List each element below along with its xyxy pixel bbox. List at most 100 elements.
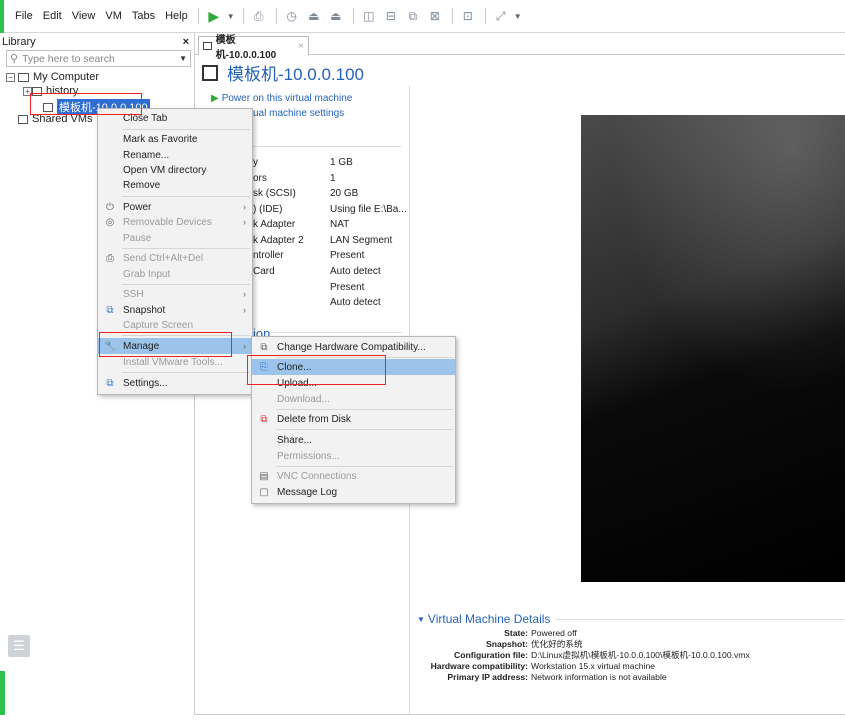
power-dropdown-icon[interactable]: ▼	[226, 6, 236, 26]
detail-key: Configuration file:	[454, 650, 528, 660]
detail-key: Primary IP address:	[447, 672, 528, 682]
menu-item-message-log[interactable]: ▢ Message Log	[252, 484, 455, 500]
menu-file[interactable]: File	[10, 10, 38, 22]
send-ctrl-alt-del-icon[interactable]: ⎙	[249, 6, 269, 26]
vnc-icon: ▤	[259, 470, 269, 482]
window-accent-bar-bottom	[0, 671, 5, 715]
detail-value: Powered off	[531, 628, 577, 638]
search-dropdown-icon[interactable]: ▼	[179, 54, 187, 63]
device-name: Card	[253, 266, 275, 277]
menu-help[interactable]: Help	[160, 10, 193, 22]
device-name: ntroller	[253, 250, 284, 261]
snapshot-manager-icon[interactable]: ⏏	[326, 6, 346, 26]
full-screen-icon[interactable]: ⧉	[403, 6, 423, 26]
menu-label: Snapshot	[123, 304, 166, 316]
toolbar-separator	[352, 8, 354, 24]
menu-item-removable-devices[interactable]: ◎ Removable Devices ›	[98, 214, 252, 230]
menu-label: Send Ctrl+Alt+Del	[123, 252, 204, 264]
menu-item-send-ctrl-alt-del[interactable]: ⎙ Send Ctrl+Alt+Del	[98, 250, 252, 266]
menu-vm[interactable]: VM	[100, 10, 127, 22]
device-value: 20 GB	[330, 188, 359, 199]
menu-item-delete-from-disk[interactable]: ⧉ Delete from Disk	[252, 411, 455, 427]
menu-label: Pause	[123, 232, 152, 244]
settings-icon: ⧉	[106, 377, 114, 389]
tab-vm-label: 模板机-10.0.0.100	[215, 35, 277, 61]
menu-item-mark-favorite[interactable]: Mark as Favorite	[98, 131, 252, 147]
submenu-arrow-icon: ›	[243, 202, 246, 212]
section-divider	[272, 332, 402, 333]
library-close-icon[interactable]: ×	[183, 36, 189, 48]
list-toggle-icon[interactable]: ☰	[8, 635, 30, 657]
device-value: 1 GB	[330, 157, 353, 168]
device-name: ors	[253, 173, 267, 184]
keyboard-icon: ⎙	[106, 252, 114, 264]
detail-value: 优化好的系统	[531, 639, 583, 649]
menu-tabs[interactable]: Tabs	[127, 10, 160, 22]
menu-item-vnc-connections[interactable]: ▤ VNC Connections	[252, 468, 455, 484]
menu-separator	[122, 196, 250, 197]
detail-key: Snapshot:	[485, 639, 528, 649]
thumbnail-bar-icon[interactable]: ⊟	[381, 6, 401, 26]
device-name: k Adapter	[253, 219, 296, 230]
menu-item-change-hw-compat[interactable]: ⧉ Change Hardware Compatibility...	[252, 339, 455, 355]
collapse-arrow-icon[interactable]: ▼	[417, 615, 425, 624]
vm-title-text: 模板机-10.0.0.100	[227, 65, 365, 84]
tab-strip: 模板机-10.0.0.100 ×	[195, 33, 845, 61]
menu-item-rename[interactable]: Rename...	[98, 147, 252, 163]
menu-item-ssh[interactable]: SSH ›	[98, 286, 252, 302]
detail-row-state: State: Powered off	[417, 628, 845, 639]
edit-settings-link[interactable]: ual machine settings	[253, 108, 344, 119]
menu-label: Rename...	[123, 149, 170, 161]
detail-value: D:\Linux虚拟机\模板机-10.0.0.100\模板机-10.0.0.10…	[531, 650, 750, 660]
menu-item-permissions[interactable]: Permissions...	[252, 448, 455, 464]
menu-label: Mark as Favorite	[123, 133, 198, 145]
play-icon: ▶	[211, 93, 219, 104]
menu-separator	[122, 284, 250, 285]
power-on-label: Power on this virtual machine	[221, 93, 353, 104]
stretch-dropdown-icon[interactable]: ▼	[513, 6, 523, 26]
collapse-icon[interactable]: −	[6, 72, 15, 82]
menu-item-remove[interactable]: Remove	[98, 177, 252, 193]
menu-item-power[interactable]: ⏻ Power ›	[98, 199, 252, 215]
menu-item-open-vm-directory[interactable]: Open VM directory	[98, 162, 252, 178]
menu-edit[interactable]: Edit	[38, 10, 67, 22]
submenu-arrow-icon: ›	[243, 341, 246, 351]
power-on-icon[interactable]: ▶	[204, 6, 224, 26]
detail-value: Network information is not available	[531, 672, 667, 682]
power-on-link[interactable]: ▶ Power on this virtual machine	[211, 93, 352, 104]
toolbar-separator	[275, 8, 277, 24]
detail-row-ip: Primary IP address: Network information …	[417, 672, 845, 683]
revert-snapshot-icon[interactable]: ⏏	[304, 6, 324, 26]
device-name: k Adapter 2	[253, 235, 304, 246]
menu-label: Change Hardware Compatibility...	[277, 341, 426, 353]
console-view-icon[interactable]: ⊡	[458, 6, 478, 26]
search-input[interactable]: Type here to search	[22, 53, 179, 65]
menu-item-download[interactable]: Download...	[252, 391, 455, 407]
toolbar-separator	[242, 8, 244, 24]
snapshot-icon[interactable]: ◷	[282, 6, 302, 26]
details-header[interactable]: ▼ Virtual Machine Details	[417, 612, 845, 626]
library-title: Library	[2, 35, 36, 48]
menu-label: Delete from Disk	[277, 413, 351, 425]
tree-item-my-computer[interactable]: − My Computer	[6, 71, 99, 83]
tab-close-icon[interactable]: ×	[298, 41, 304, 52]
unity-icon[interactable]: ⊠	[425, 6, 445, 26]
menu-label: Grab Input	[123, 268, 171, 280]
annotation-box-vm	[30, 93, 142, 115]
menu-item-share[interactable]: Share...	[252, 432, 455, 448]
vm-large-icon	[202, 64, 218, 81]
library-search-box[interactable]: ⚲ Type here to search ▼	[6, 50, 191, 67]
menu-view[interactable]: View	[67, 10, 101, 22]
tab-vm[interactable]: 模板机-10.0.0.100 ×	[198, 35, 309, 61]
menu-item-snapshot[interactable]: ⧉ Snapshot ›	[98, 302, 252, 318]
show-library-icon[interactable]: ◫	[359, 6, 379, 26]
edit-settings-label: ual machine settings	[253, 108, 345, 119]
menu-item-pause[interactable]: Pause	[98, 230, 252, 246]
menu-label: Message Log	[277, 486, 338, 498]
details-divider	[556, 618, 845, 620]
menu-item-settings[interactable]: ⧉ Settings...	[98, 375, 252, 391]
menu-item-capture-screen[interactable]: Capture Screen	[98, 317, 252, 333]
menu-label: SSH	[123, 288, 144, 300]
menu-item-grab-input[interactable]: Grab Input	[98, 266, 252, 282]
stretch-icon[interactable]: ⤢	[491, 6, 511, 26]
